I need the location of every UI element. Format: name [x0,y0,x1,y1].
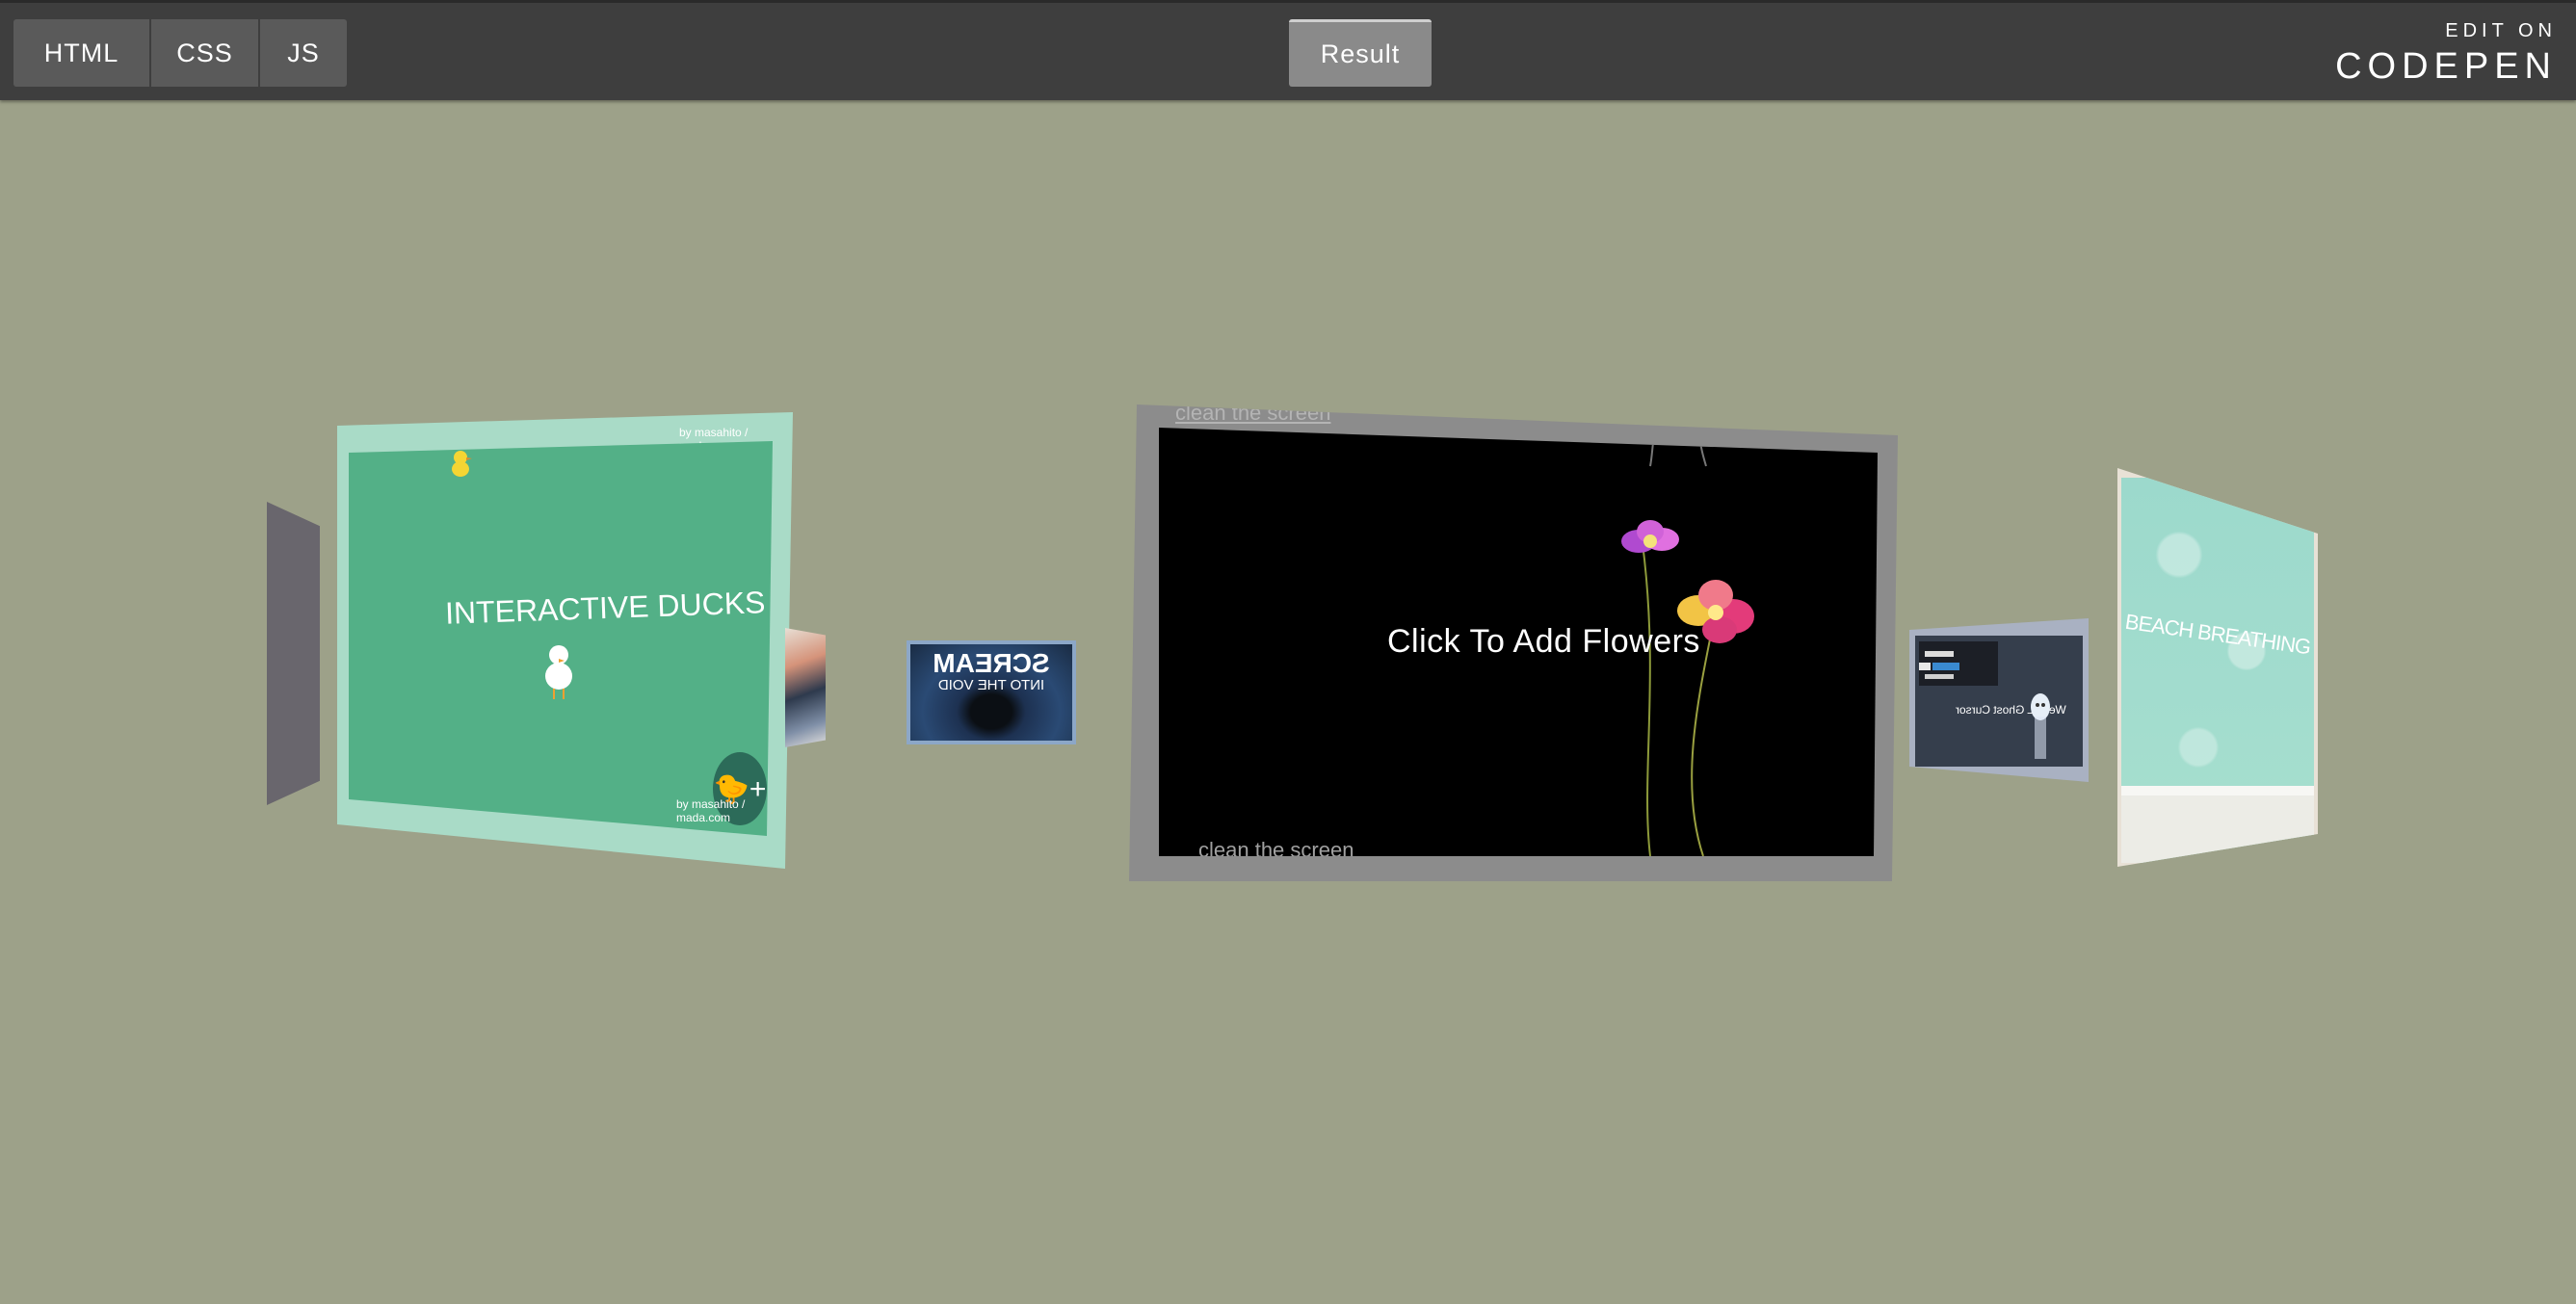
card-far-left[interactable] [267,502,320,805]
beach-canvas: BEACH BREATHING [2121,478,2314,863]
ducks-title: INTERACTIVE DUCKS [444,585,766,631]
card-click-to-add-flowers[interactable]: clean the screen Click To Add Flowers cl… [1129,404,1898,881]
tab-result[interactable]: Result [1289,19,1432,87]
codepen-toolbar: HTML CSS JS Result EDIT ON CODEPEN [0,0,2576,100]
card-webgl-ghost-cursor[interactable]: WebGL Ghost Cursor [1909,618,2089,782]
ghost-icon [2031,693,2050,759]
clean-screen-link-top[interactable]: clean the screen [1175,404,1330,426]
duck-icon [545,645,572,699]
ducks-credit-bottom: by masahito / mada.com [676,797,746,824]
card-interactive-ducks[interactable]: by masahito / mada.com INTERACTIVE DUCKS… [337,412,793,869]
card-rock-preview[interactable] [785,628,826,747]
beach-sand [2121,786,2314,863]
clean-screen-link[interactable]: clean the screen [1198,838,1354,856]
ghost-controls-panel [1919,641,1998,686]
duck-small-icon [452,451,472,477]
tab-html[interactable]: HTML [13,19,149,87]
beach-title: BEACH BREATHING [2123,609,2312,660]
codepen-logo: CODEPEN [2335,46,2557,88]
card-beach-breathing[interactable]: BEACH BREATHING [2117,468,2318,867]
edit-on-codepen-link[interactable]: EDIT ON CODEPEN [2335,20,2557,88]
scream-title: SCREAM [933,648,1050,678]
scream-canvas: SCREAM INTO THE VOID [910,644,1072,741]
flowers-title: Click To Add Flowers [1387,623,1700,660]
scream-subtitle: INTO THE VOID [937,677,1045,693]
edit-on-label: EDIT ON [2445,20,2557,41]
tab-js[interactable]: JS [260,19,347,87]
codepen-wordmark: CODEPEN [2335,46,2557,87]
card-scream-into-void[interactable]: SCREAM INTO THE VOID [907,640,1076,744]
tab-css[interactable]: CSS [151,19,258,87]
ghost-canvas: WebGL Ghost Cursor [1915,636,2083,767]
flowers-canvas[interactable]: Click To Add Flowers clean the screen [1159,428,1878,856]
ducks-canvas: INTERACTIVE DUCKS 🐤+ by masahito / mada.… [349,441,773,836]
